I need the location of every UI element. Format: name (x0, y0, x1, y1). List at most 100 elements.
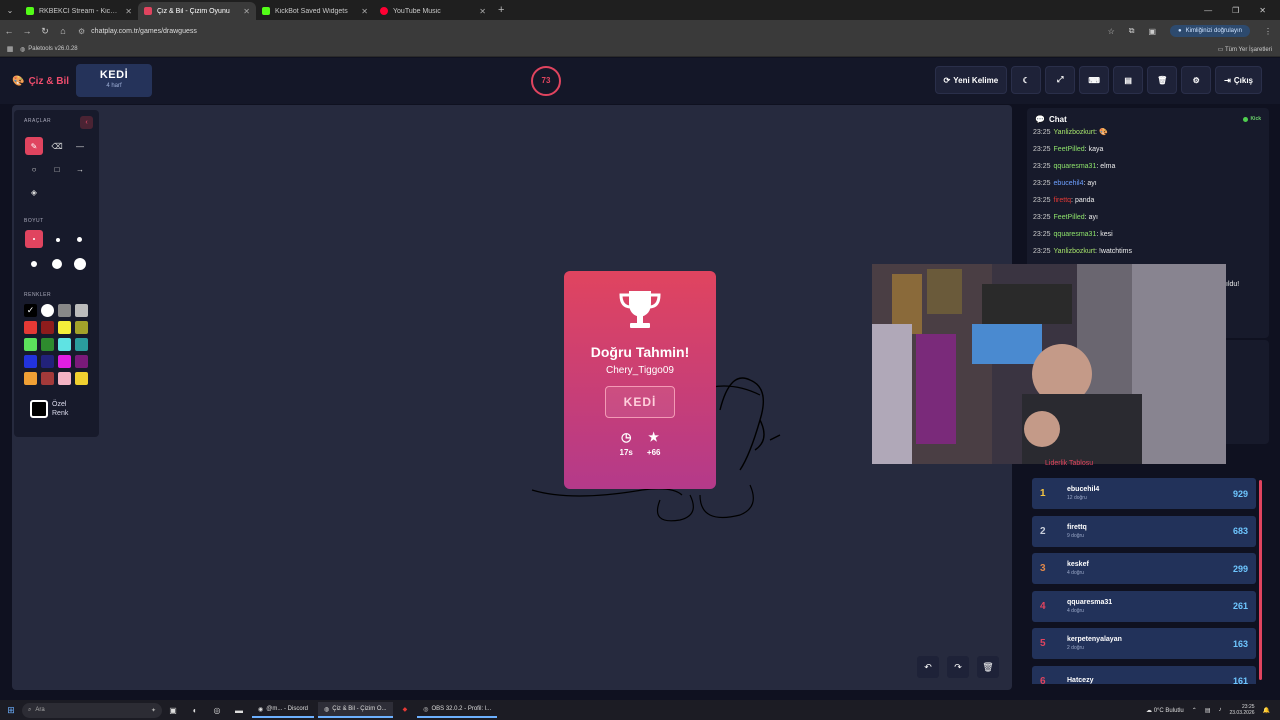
eraser-tool[interactable]: ⌫ (48, 137, 66, 155)
keyboard-button[interactable]: ⌨ (1079, 66, 1110, 94)
edge-icon[interactable]: ◎ (206, 706, 228, 715)
layout-button[interactable]: ▤ (1113, 66, 1144, 94)
color-swatch[interactable] (24, 338, 37, 351)
extensions-icon[interactable]: ⧉ (1129, 26, 1135, 36)
pen-tool[interactable]: ✎ (25, 137, 43, 155)
color-swatch[interactable] (75, 321, 88, 334)
close-tab-icon[interactable]: ✕ (479, 7, 486, 16)
windows-start-icon[interactable]: ⊞ (0, 705, 22, 716)
tab-search-icon[interactable]: ⌄ (0, 6, 20, 15)
drawing-canvas[interactable] (12, 105, 1012, 690)
browser-tab[interactable]: KickBot Saved Widgets ✕ (256, 2, 374, 20)
taskbar-search[interactable]: ⌕ Ara ✦ (22, 702, 162, 718)
color-swatch[interactable] (58, 304, 71, 317)
color-swatch[interactable] (75, 304, 88, 317)
settings-button[interactable]: ⚙ (1181, 66, 1212, 94)
copilot-app-icon[interactable]: ◐ (184, 706, 206, 715)
reload-icon[interactable]: ↻ (36, 26, 54, 37)
custom-color-button[interactable]: Özel Renk (30, 400, 74, 419)
app-logo[interactable]: 🎨 Çiz & Bil (12, 76, 69, 87)
fill-tool[interactable]: ◈ (25, 183, 43, 201)
color-swatch[interactable] (24, 355, 37, 368)
chat-username[interactable]: FeetPilled (1054, 146, 1085, 153)
new-tab-icon[interactable]: + (498, 4, 504, 16)
taskbar-app-discord[interactable]: ◉ @m... - Discord (252, 702, 315, 718)
size-option-2[interactable] (56, 238, 60, 242)
color-swatch[interactable] (41, 338, 54, 351)
color-swatch[interactable] (58, 372, 71, 385)
redo-button[interactable]: ↷ (947, 656, 969, 678)
maximize-icon[interactable]: ❐ (1232, 6, 1239, 15)
browser-tab-active[interactable]: Çiz & Bil - Çizim Oyunu ✕ (138, 2, 256, 20)
color-swatch[interactable] (75, 338, 88, 351)
back-icon[interactable]: ← (0, 26, 18, 36)
color-swatch[interactable] (41, 355, 54, 368)
clear-button[interactable]: 🗑 (1147, 66, 1178, 94)
clear-canvas-button[interactable]: 🗑 (977, 656, 999, 678)
browser-tab[interactable]: YouTube Music ✕ (374, 2, 492, 20)
circle-tool[interactable]: ○ (25, 160, 43, 178)
color-swatch[interactable] (75, 372, 88, 385)
chat-username[interactable]: firettq (1054, 197, 1072, 204)
task-view-icon[interactable]: ▣ (162, 706, 184, 715)
taskbar-app-unknown[interactable]: ◆ (397, 702, 414, 718)
minimize-icon[interactable]: — (1204, 6, 1212, 15)
size-option-6[interactable] (74, 258, 86, 270)
chat-username[interactable]: qquaresma31 (1054, 163, 1097, 170)
color-swatch[interactable] (41, 321, 54, 334)
color-swatch[interactable] (24, 372, 37, 385)
all-bookmarks-button[interactable]: ▭ Tüm Yer İşaretleri (1218, 46, 1280, 53)
size-option-4[interactable] (31, 261, 37, 267)
browser-menu-icon[interactable]: ⋮ (1264, 27, 1272, 36)
url-field[interactable]: ⚙ chatplay.com.tr/games/drawguess (78, 27, 1108, 36)
chat-username[interactable]: FeetPilled (1054, 214, 1085, 221)
color-swatch[interactable] (58, 338, 71, 351)
chat-username[interactable]: ebucehil4 (1054, 180, 1084, 187)
extension-puzzle-icon[interactable]: ▣ (1148, 27, 1156, 36)
notifications-icon[interactable]: 🔔 (1263, 707, 1270, 714)
size-option-3[interactable] (77, 237, 82, 242)
site-info-icon[interactable]: ⚙ (78, 27, 85, 36)
line-tool[interactable]: — (71, 137, 89, 155)
color-swatch[interactable] (58, 355, 71, 368)
tray-overflow-icon[interactable]: ⌃ (1192, 707, 1197, 714)
close-tab-icon[interactable]: ✕ (361, 7, 368, 16)
forward-icon[interactable]: → (18, 26, 36, 36)
close-window-icon[interactable]: ✕ (1259, 6, 1266, 15)
file-explorer-icon[interactable]: ▬ (228, 706, 250, 715)
size-option-5[interactable] (52, 259, 62, 269)
color-swatch[interactable] (24, 321, 37, 334)
color-swatch[interactable] (41, 304, 54, 317)
taskbar-app-chrome[interactable]: ◍ Çiz & Bil - Çizim O... (318, 702, 393, 718)
chat-username[interactable]: Yanlizbozkurt (1054, 129, 1096, 136)
weather-widget[interactable]: ☁ 0°C Bulutlu (1146, 707, 1184, 714)
close-tab-icon[interactable]: ✕ (243, 7, 250, 16)
exit-button[interactable]: ⇥ Çıkış (1215, 66, 1262, 94)
volume-icon[interactable]: ♪ (1218, 707, 1221, 713)
new-word-button[interactable]: ⟳ Yeni Kelime (934, 66, 1008, 94)
color-swatch-selected[interactable]: ✓ (24, 304, 37, 317)
taskbar-app-obs[interactable]: ◎ OBS 32.0.2 - Profil: l... (417, 702, 498, 718)
taskbar-clock[interactable]: 23:25 23.03.2026 (1229, 704, 1254, 716)
dark-mode-button[interactable]: ☾ (1011, 66, 1042, 94)
leaderboard-scrollbar[interactable] (1259, 480, 1262, 680)
arrow-tool[interactable]: → (71, 160, 89, 178)
chat-username[interactable]: qquaresma31 (1054, 231, 1097, 238)
network-icon[interactable]: ▤ (1205, 707, 1211, 714)
chat-message: 23:25 Yanlizbozkurt: 🎨 (1033, 124, 1263, 141)
browser-tab[interactable]: RKBEKCI Stream - Kick Dashbo ✕ (20, 2, 138, 20)
color-swatch[interactable] (58, 321, 71, 334)
collapse-panel-icon[interactable]: ‹ (80, 116, 93, 129)
home-icon[interactable]: ⌂ (54, 26, 72, 36)
apps-grid-icon[interactable]: ▦ (0, 45, 20, 53)
bookmark-star-icon[interactable]: ☆ (1108, 27, 1115, 36)
color-swatch[interactable] (41, 372, 54, 385)
verify-identity-button[interactable]: ● Kimliğinizi doğrulayın (1170, 25, 1250, 37)
rectangle-tool[interactable]: □ (48, 160, 66, 178)
fullscreen-button[interactable]: ⤢ (1045, 66, 1076, 94)
undo-button[interactable]: ↶ (917, 656, 939, 678)
color-swatch[interactable] (75, 355, 88, 368)
close-tab-icon[interactable]: ✕ (125, 7, 132, 16)
chat-username[interactable]: Yanlizbozkurt (1054, 248, 1096, 255)
bookmark-item[interactable]: ◍ Paletools v26.0.28 (20, 46, 78, 53)
